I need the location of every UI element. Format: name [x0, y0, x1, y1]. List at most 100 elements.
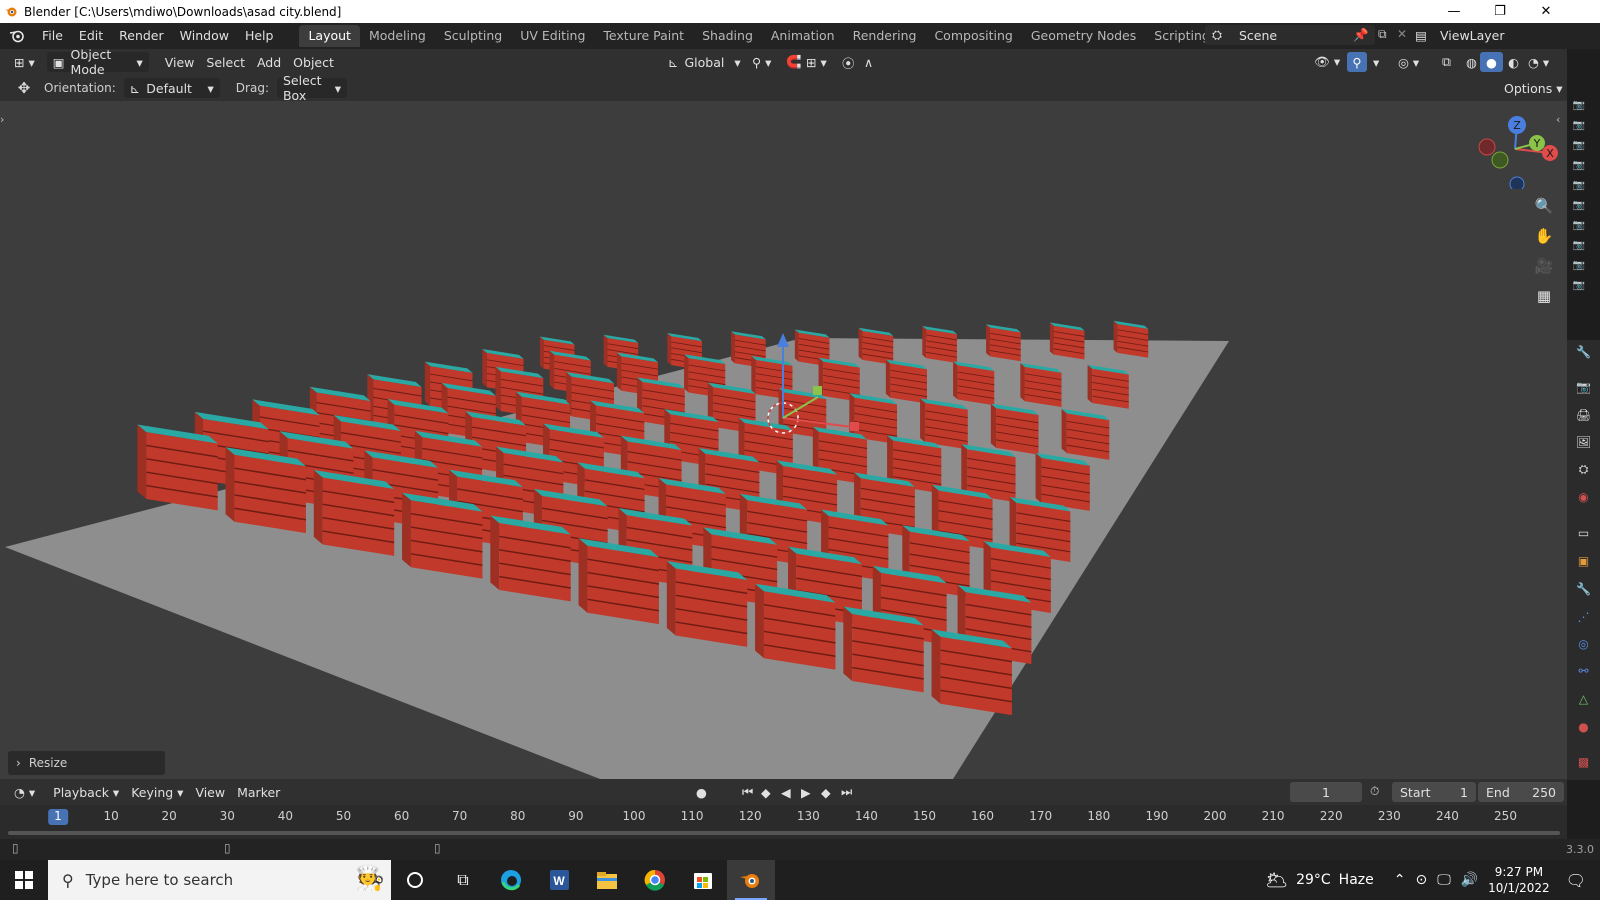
jump-end-icon[interactable]: ⏭	[835, 782, 858, 802]
building[interactable]	[922, 325, 958, 363]
camera-render-icon[interactable]: 📷	[1572, 140, 1586, 152]
tab-rendering[interactable]: Rendering	[844, 25, 926, 47]
show-hidden-icons-chevron-icon[interactable]: ⌃	[1394, 872, 1406, 888]
word-icon[interactable]: W	[535, 860, 583, 900]
visibility-icon[interactable]: 👁 ▾	[1308, 52, 1346, 72]
perspective-grid-icon[interactable]: ▦	[1532, 284, 1556, 308]
record-icon[interactable]: ●	[690, 782, 713, 802]
view-layer-selector[interactable]: ▤ ViewLayer	[1408, 25, 1568, 45]
building[interactable]	[578, 538, 660, 625]
blender-menu-icon[interactable]	[0, 23, 34, 49]
building[interactable]	[225, 447, 307, 534]
edge-browser-icon[interactable]	[487, 860, 535, 900]
proportional-edit-icon[interactable]: ⦿	[836, 52, 861, 72]
pivot-point-icon[interactable]: ⚲ ▾	[746, 52, 777, 72]
tab-shading[interactable]: Shading	[693, 25, 762, 47]
building[interactable]	[990, 403, 1039, 455]
gizmo-toggle-icon[interactable]: ⚲	[1347, 52, 1367, 72]
view-layer-properties-icon[interactable]: 🖼	[1575, 433, 1592, 450]
solid-shading-icon[interactable]: ●	[1480, 52, 1503, 72]
next-keyframe-icon[interactable]: ◆	[815, 782, 837, 802]
building[interactable]	[1113, 320, 1149, 358]
collection-properties-icon[interactable]: ▭	[1575, 524, 1592, 541]
tab-uv-editing[interactable]: UV Editing	[511, 25, 594, 47]
play-icon[interactable]: ▶	[795, 782, 817, 802]
3d-viewport[interactable]: Z X Y 🔍 ✋ 🎥 ▦ › ‹	[0, 101, 1567, 779]
render-properties-icon[interactable]: 📷	[1575, 378, 1592, 395]
microsoft-store-icon[interactable]	[679, 860, 727, 900]
rendered-shading-icon[interactable]: ◔ ▾	[1522, 52, 1555, 72]
tab-sculpting[interactable]: Sculpting	[435, 25, 511, 47]
camera-render-icon[interactable]: 📷	[1572, 200, 1586, 212]
volume-icon[interactable]: 🔊	[1461, 872, 1478, 888]
end-frame-field[interactable]: End 250	[1478, 782, 1564, 802]
menu-add[interactable]: Add	[251, 52, 287, 72]
menu-timeline-view[interactable]: View	[189, 782, 231, 802]
camera-render-icon[interactable]: 📷	[1572, 280, 1586, 292]
weather-haze-icon[interactable]: 🌥	[1265, 870, 1288, 891]
navigation-gizmo[interactable]: Z X Y	[1470, 109, 1560, 189]
maximize-button[interactable]: ❐	[1477, 0, 1523, 23]
menu-help[interactable]: Help	[237, 23, 282, 49]
camera-render-icon[interactable]: 📷	[1572, 260, 1586, 272]
pin-icon[interactable]: 📌	[1353, 27, 1369, 43]
scene-canvas[interactable]	[0, 101, 1567, 779]
prev-keyframe-icon[interactable]: ◆	[755, 782, 777, 802]
mode-dropdown[interactable]: ▣ Object Mode ▾	[46, 47, 149, 77]
timeline-scrollbar[interactable]	[0, 827, 1567, 839]
timeline-editor-icon[interactable]: ◔ ▾	[8, 782, 41, 802]
task-view-icon[interactable]: ⧉	[439, 860, 487, 900]
chrome-icon[interactable]	[631, 860, 679, 900]
notifications-icon[interactable]: 🗨	[1566, 871, 1586, 890]
building[interactable]	[755, 583, 836, 670]
menu-view[interactable]: View	[159, 52, 201, 72]
building[interactable]	[490, 515, 571, 602]
camera-view-icon[interactable]: 🎥	[1532, 254, 1556, 278]
camera-render-icon[interactable]: 📷	[1572, 220, 1586, 232]
tab-modeling[interactable]: Modeling	[360, 25, 435, 47]
menu-select[interactable]: Select	[200, 52, 251, 72]
building[interactable]	[986, 324, 1021, 362]
transform-orientation-dropdown[interactable]: ⊾ Global ▾	[662, 52, 747, 72]
menu-render[interactable]: Render	[111, 23, 172, 49]
building[interactable]	[1020, 363, 1062, 408]
building[interactable]	[858, 327, 894, 365]
building[interactable]	[313, 469, 395, 556]
cortana-icon[interactable]	[391, 860, 439, 900]
minimize-button[interactable]: —	[1431, 0, 1477, 23]
start-frame-field[interactable]: Start 1	[1392, 782, 1476, 802]
scene-selector[interactable]: ⛭ Scene 📌	[1205, 25, 1375, 45]
tab-texture-paint[interactable]: Texture Paint	[594, 25, 693, 47]
clock[interactable]: 9:27 PM 10/1/2022	[1488, 864, 1550, 896]
pan-hand-icon[interactable]: ✋	[1532, 224, 1556, 248]
building[interactable]	[1087, 364, 1129, 409]
texture-properties-icon[interactable]: ▩	[1575, 753, 1592, 770]
xray-icon[interactable]: ⧉	[1436, 52, 1457, 72]
new-scene-icon[interactable]: ⧉	[1378, 27, 1387, 42]
drag-dropdown[interactable]: Select Box ▾	[276, 73, 347, 103]
menu-file[interactable]: File	[34, 23, 71, 49]
play-reverse-icon[interactable]: ◀	[775, 782, 797, 802]
weather-condition[interactable]: Haze	[1339, 872, 1374, 888]
editor-type-icon[interactable]: ⊞ ▾	[8, 52, 41, 72]
camera-render-icon[interactable]: 📷	[1572, 120, 1586, 132]
data-properties-icon[interactable]: △	[1575, 690, 1592, 707]
menu-window[interactable]: Window	[172, 23, 237, 49]
tab-animation[interactable]: Animation	[762, 25, 844, 47]
menu-object[interactable]: Object	[287, 52, 340, 72]
menu-playback[interactable]: Playback ▾	[47, 782, 125, 802]
tab-layout[interactable]: Layout	[299, 25, 360, 47]
delete-scene-icon[interactable]: ✕	[1397, 27, 1407, 41]
weather-temperature[interactable]: 29°C	[1296, 872, 1331, 888]
building[interactable]	[137, 424, 218, 511]
orientation-dropdown[interactable]: ⊾ Default ▾	[123, 78, 220, 98]
zoom-icon[interactable]: 🔍	[1532, 194, 1556, 218]
building[interactable]	[402, 492, 483, 579]
toolbar-expand-icon[interactable]: ›	[0, 113, 4, 126]
tab-geometry-nodes[interactable]: Geometry Nodes	[1022, 25, 1145, 47]
material-properties-icon[interactable]: ●	[1575, 718, 1592, 735]
building[interactable]	[1049, 322, 1085, 360]
modifier-properties-icon[interactable]: 🔧	[1575, 580, 1592, 597]
close-button[interactable]: ✕	[1523, 0, 1569, 23]
camera-render-icon[interactable]: 📷	[1572, 240, 1586, 252]
